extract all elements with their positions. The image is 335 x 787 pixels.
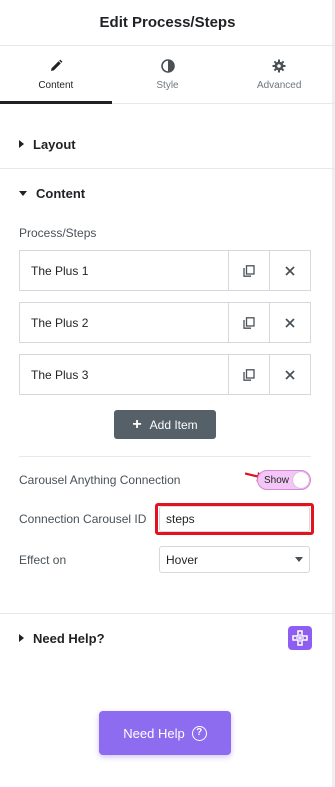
remove-button[interactable]: [269, 303, 310, 342]
need-help-label: Need Help: [123, 725, 185, 741]
repeater-item-title[interactable]: The Plus 2: [20, 303, 228, 342]
repeater-item: The Plus 2: [19, 302, 311, 343]
close-icon: [285, 265, 295, 276]
need-help-button[interactable]: Need Help ?: [99, 711, 231, 755]
panel-tabs: Content Style Advanced: [0, 46, 335, 104]
effect-on-select[interactable]: Hover: [159, 546, 310, 573]
pencil-icon: [49, 59, 63, 73]
control-divider: [19, 456, 311, 457]
duplicate-icon: [243, 316, 255, 329]
section-divider: [0, 168, 335, 169]
effect-on-value: Hover: [166, 552, 199, 567]
section-content-toggle[interactable]: Content: [0, 181, 335, 205]
carousel-connection-label: Carousel Anything Connection: [19, 473, 181, 487]
section-layout-title: Layout: [33, 136, 76, 152]
carousel-id-label: Connection Carousel ID: [19, 512, 147, 526]
section-help-toggle[interactable]: Need Help?: [0, 626, 335, 650]
close-icon: [285, 369, 295, 380]
carousel-connection-toggle[interactable]: Show: [257, 470, 311, 490]
remove-button[interactable]: [269, 355, 310, 394]
panel-title: Edit Process/Steps: [99, 14, 236, 31]
repeater-item-title[interactable]: The Plus 3: [20, 355, 228, 394]
add-item-label: Add Item: [149, 417, 198, 432]
repeater-label: Process/Steps: [19, 226, 97, 240]
tab-content[interactable]: Content: [0, 46, 112, 104]
tab-advanced-label: Advanced: [256, 79, 302, 91]
panel-header: Edit Process/Steps: [0, 0, 335, 46]
tab-advanced[interactable]: Advanced: [223, 46, 335, 103]
effect-on-label: Effect on: [19, 553, 67, 567]
add-item-button[interactable]: + Add Item: [114, 410, 216, 439]
chevron-down-icon: [295, 557, 303, 562]
duplicate-button[interactable]: [228, 303, 269, 342]
duplicate-button[interactable]: [228, 251, 269, 290]
duplicate-icon: [243, 264, 255, 277]
carousel-id-input[interactable]: steps: [159, 506, 310, 532]
caret-down-icon: [19, 190, 27, 196]
duplicate-icon: [243, 368, 255, 381]
repeater-item-title[interactable]: The Plus 1: [20, 251, 228, 290]
section-content-title: Content: [36, 185, 86, 201]
duplicate-button[interactable]: [228, 355, 269, 394]
question-circle-icon: ?: [191, 725, 207, 741]
plus-icon: +: [132, 415, 142, 433]
caret-right-icon: [19, 634, 24, 642]
section-help-title: Need Help?: [33, 630, 105, 646]
gear-icon: [272, 59, 286, 73]
tab-style-label: Style: [156, 79, 179, 91]
tab-style[interactable]: Style: [112, 46, 224, 103]
contrast-icon: [160, 58, 175, 73]
plus-cross-icon: [292, 630, 308, 646]
repeater-item: The Plus 3: [19, 354, 311, 395]
repeater-item: The Plus 1: [19, 250, 311, 291]
caret-right-icon: [19, 140, 24, 148]
toggle-label: Show: [264, 475, 290, 486]
toggle-knob: [293, 472, 309, 488]
plugin-badge[interactable]: [288, 626, 312, 650]
section-divider: [0, 613, 335, 614]
tab-content-label: Content: [38, 79, 74, 91]
remove-button[interactable]: [269, 251, 310, 290]
section-layout-toggle[interactable]: Layout: [0, 132, 335, 156]
close-icon: [285, 317, 295, 328]
